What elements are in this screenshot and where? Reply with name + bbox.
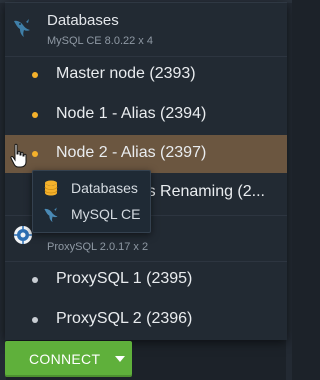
node-row-node-2[interactable]: Node 2 - Alias (2397) <box>5 135 287 173</box>
node-label: Node 2 - Alias (2397) <box>56 144 207 161</box>
node-row-proxysql-1[interactable]: ProxySQL 1 (2395) <box>5 261 287 299</box>
connect-button-label: CONNECT <box>29 351 101 367</box>
databases-group-subtitle: MySQL CE 8.0.22 x 4 <box>47 35 153 47</box>
mysql-dolphin-icon <box>42 205 60 223</box>
node-label: Node 1 - Alias (2394) <box>56 105 207 122</box>
node-row-master[interactable]: Master node (2393) <box>5 56 287 94</box>
proxysql-group-subtitle: ProxySQL 2.0.17 x 2 <box>47 241 149 253</box>
page: Databases MySQL CE 8.0.22 x 4 Master nod… <box>0 0 292 380</box>
proxysql-icon <box>13 225 33 245</box>
tooltip-row-mysql: MySQL CE <box>33 202 150 228</box>
node-label: Master node (2393) <box>56 65 196 82</box>
hand-pointer-cursor-icon <box>10 143 28 169</box>
node-status-bullet <box>32 72 38 78</box>
database-icon <box>42 179 60 197</box>
connect-button[interactable]: CONNECT <box>5 341 132 377</box>
node-label: ProxySQL 1 (2395) <box>56 270 193 287</box>
node-status-bullet <box>32 277 38 283</box>
node-type-tooltip: Databases MySQL CE <box>32 170 151 233</box>
node-label: ProxySQL 2 (2396) <box>56 310 193 327</box>
node-row-proxysql-2[interactable]: ProxySQL 2 (2396) <box>5 301 287 339</box>
mysql-dolphin-icon <box>11 16 33 38</box>
node-status-bullet <box>32 112 38 118</box>
chevron-down-icon <box>115 356 125 362</box>
node-row-node-1[interactable]: Node 1 - Alias (2394) <box>5 96 287 134</box>
tooltip-label: Databases <box>71 180 138 196</box>
databases-group-header: Databases MySQL CE 8.0.22 x 4 <box>5 3 287 57</box>
node-status-bullet <box>32 317 38 323</box>
node-status-bullet <box>32 151 38 157</box>
databases-group-title: Databases <box>47 12 119 29</box>
tooltip-row-databases: Databases <box>33 175 150 201</box>
tooltip-label: MySQL CE <box>71 206 141 222</box>
